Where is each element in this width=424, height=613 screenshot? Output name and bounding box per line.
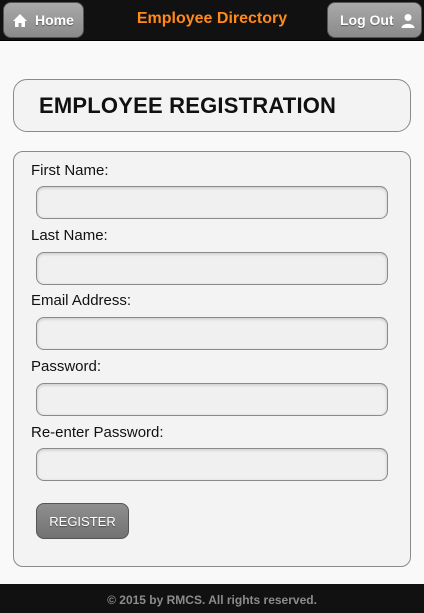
page-title-panel: EMPLOYEE REGISTRATION [13,79,411,132]
confirm-password-input[interactable] [36,448,388,481]
password-input[interactable] [36,383,388,416]
page-title: EMPLOYEE REGISTRATION [39,93,337,118]
top-bar: Home Employee Directory Log Out [0,0,424,41]
copyright-text: © 2015 by RMCS. All rights reserved. [107,593,317,607]
registration-form: First Name: Last Name: Email Address: Pa… [13,151,411,567]
logout-button[interactable]: Log Out [327,2,422,38]
register-button[interactable]: REGISTER [36,503,129,539]
last-name-label: Last Name: [31,227,108,244]
email-label: Email Address: [31,292,132,309]
user-icon [401,13,415,28]
confirm-password-label: Re-enter Password: [31,424,164,441]
logout-button-label: Log Out [340,12,394,28]
footer: © 2015 by RMCS. All rights reserved. [0,584,424,613]
password-label: Password: [31,358,102,375]
last-name-input[interactable] [36,252,388,285]
first-name-label: First Name: [31,162,109,179]
email-input[interactable] [36,317,388,350]
first-name-input[interactable] [36,186,388,219]
